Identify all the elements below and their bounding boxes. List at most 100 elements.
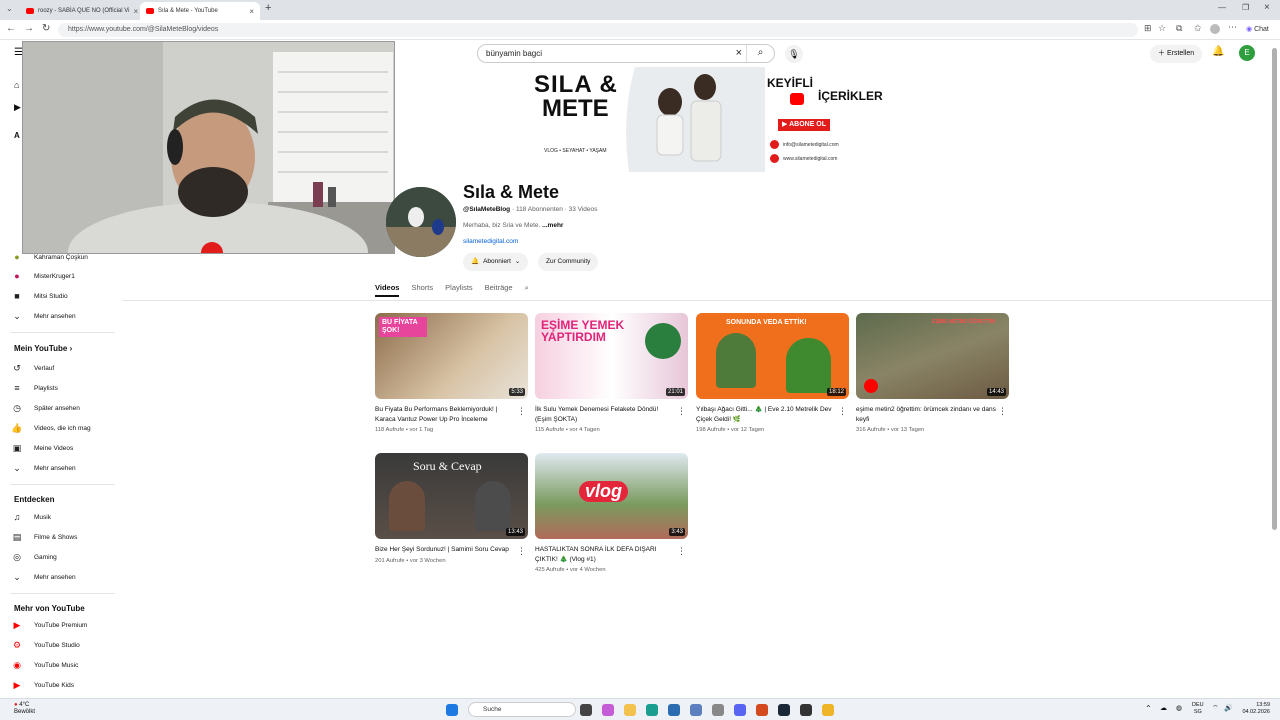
new-tab-icon[interactable]: +	[265, 2, 271, 14]
steam-icon[interactable]	[778, 704, 790, 716]
channel-search-icon[interactable]: ⌕	[525, 283, 529, 297]
tab-roozy[interactable]: roozy - SABİA QUE NO (Official Vi ×	[20, 2, 138, 20]
voice-search-button[interactable]: 🎙	[785, 45, 803, 63]
system-clock[interactable]: 13:59 04.02.2026	[1238, 702, 1270, 716]
tab-posts[interactable]: Beiträge	[485, 283, 513, 297]
page-scrollbar[interactable]	[1272, 48, 1277, 530]
settings-gear-icon[interactable]	[712, 704, 724, 716]
back-icon[interactable]: ←	[6, 23, 16, 34]
video-card[interactable]: Soru & Cevap 13:43 Bize Her Şeyi Sordunu…	[375, 453, 528, 564]
sidebar-item-music[interactable]: ♫ Musik	[10, 508, 118, 526]
volume-icon[interactable]: 🔊	[1224, 704, 1233, 712]
video-card[interactable]: SONUNDA VEDA ETTİK! 18:12 Yılbaşı Ağacı …	[696, 313, 849, 433]
sidebar-item-history[interactable]: ↺ Verlauf	[10, 359, 118, 377]
sidebar-item-playlists[interactable]: ≡ Playlists	[10, 379, 118, 397]
sidebar-explore-show-more[interactable]: ⌄ Mehr ansehen	[10, 568, 118, 586]
more-actions-icon[interactable]: ⋮	[677, 406, 686, 417]
video-title[interactable]: Bu Fiyata Bu Performans Beklemiyorduk! |…	[375, 405, 515, 424]
onedrive-icon[interactable]: ☁	[1160, 704, 1167, 712]
tab-videos[interactable]: Videos	[375, 283, 400, 297]
video-card[interactable]: EŞİME METİN2 ÖĞRETTİM 14:43 eşime metin2…	[856, 313, 1009, 433]
app-icon[interactable]	[756, 704, 768, 716]
file-explorer-icon[interactable]	[624, 704, 636, 716]
close-tab-icon[interactable]: ×	[133, 7, 138, 16]
video-card[interactable]: BU FİYATA ŞOK! 5:33 Bu Fiyata Bu Perform…	[375, 313, 528, 433]
profile-icon[interactable]	[1210, 24, 1220, 34]
video-title[interactable]: HASTALIKTAN SONRA İLK DEFA DIŞARI ÇIKTIK…	[535, 545, 675, 564]
sidebar-item-gaming[interactable]: ◎ Gaming	[10, 548, 118, 566]
close-tab-icon[interactable]: ×	[249, 7, 254, 16]
taskbar-search[interactable]: Suche	[468, 702, 576, 717]
tab-shorts[interactable]: Shorts	[411, 283, 433, 297]
tray-app-icon[interactable]: ◍	[1176, 704, 1182, 712]
video-thumbnail[interactable]: vlog 3:43	[535, 453, 688, 539]
video-thumbnail[interactable]: EŞİME YEMEK YAPTIRDIM 21:01	[535, 313, 688, 399]
sidebar-item-movies[interactable]: ▤ Filme & Shows	[10, 528, 118, 546]
minimize-icon[interactable]: —	[1218, 3, 1226, 12]
network-icon[interactable]: ⌔	[1212, 704, 1219, 713]
windows-start-icon[interactable]	[446, 704, 458, 716]
tab-list-icon[interactable]: ⌄	[6, 4, 13, 13]
edge-browser-icon[interactable]	[646, 704, 658, 716]
more-menu-icon[interactable]: ⋯	[1228, 22, 1237, 33]
sidebar-item-liked-videos[interactable]: 👍 Videos, die ich mag	[10, 419, 118, 437]
mein-youtube-heading[interactable]: Mein YouTube ›	[14, 344, 72, 353]
close-window-icon[interactable]: ×	[1264, 2, 1270, 13]
home-icon[interactable]: ⌂	[14, 80, 19, 90]
collections-icon[interactable]: ⧉	[1176, 23, 1182, 34]
extensions-icon[interactable]: ⊞	[1144, 23, 1152, 34]
favorite-star-icon[interactable]: ☆	[1158, 23, 1166, 34]
tab-playlists[interactable]: Playlists	[445, 283, 473, 297]
clear-search-icon[interactable]: ×	[736, 47, 742, 59]
search-button[interactable]: ⌕	[746, 45, 774, 62]
sidebar-item-music-app[interactable]: ◉ YouTube Music	[10, 656, 118, 674]
video-thumbnail[interactable]: BU FİYATA ŞOK! 5:33	[375, 313, 528, 399]
discord-icon[interactable]	[734, 704, 746, 716]
video-thumbnail[interactable]: EŞİME METİN2 ÖĞRETTİM 14:43	[856, 313, 1009, 399]
tray-chevron-up-icon[interactable]: ⌃	[1145, 704, 1152, 713]
notifications-bell-icon[interactable]: 🔔	[1212, 46, 1224, 57]
obs-icon[interactable]	[800, 704, 812, 716]
forward-icon[interactable]: →	[24, 23, 34, 34]
more-actions-icon[interactable]: ⋮	[838, 406, 847, 417]
video-card[interactable]: EŞİME YEMEK YAPTIRDIM 21:01 İlk Sulu Yem…	[535, 313, 688, 433]
sidebar-item-studio[interactable]: ⚙ YouTube Studio	[10, 636, 118, 654]
sidebar-subs-show-more[interactable]: ⌄ Mehr ansehen	[10, 307, 118, 325]
copilot-chat-button[interactable]: ◉ Chat	[1246, 25, 1269, 33]
video-thumbnail[interactable]: SONUNDA VEDA ETTİK! 18:12	[696, 313, 849, 399]
sidebar-item-premium[interactable]: ▶ YouTube Premium	[10, 616, 118, 634]
more-actions-icon[interactable]: ⋮	[677, 546, 686, 557]
app-icon[interactable]	[602, 704, 614, 716]
channel-website-link[interactable]: silametedigital.com	[463, 238, 518, 245]
subscribed-button[interactable]: 🔔 Abonniert ⌄	[463, 253, 529, 271]
app-icon[interactable]	[690, 704, 702, 716]
account-avatar[interactable]: E	[1239, 45, 1255, 61]
weather-widget[interactable]: ● 4°C Bewölkt	[14, 702, 35, 716]
refresh-icon[interactable]: ↻	[42, 23, 50, 34]
task-view-icon[interactable]	[580, 704, 592, 716]
community-button[interactable]: Zur Community	[538, 253, 599, 271]
video-thumbnail[interactable]: Soru & Cevap 13:43	[375, 453, 528, 539]
app-icon[interactable]	[668, 704, 680, 716]
sidebar-sub-misterkruger[interactable]: ● MisterKruger1	[10, 267, 118, 285]
sidebar-item-kids[interactable]: ▶ YouTube Kids	[10, 676, 118, 694]
video-title[interactable]: eşime metin2 öğrettim: örümcek zindanı v…	[856, 405, 996, 424]
app-icon[interactable]	[822, 704, 834, 716]
video-title[interactable]: Yılbaşı Ağacı Gitti... 🎄 | Eve 2.10 Metr…	[696, 405, 836, 424]
sidebar-mein-show-more[interactable]: ⌄ Mehr ansehen	[10, 459, 118, 477]
description-more-link[interactable]: ...mehr	[542, 222, 563, 229]
video-title[interactable]: İlk Sulu Yemek Denemesi Felakete Döndü! …	[535, 405, 675, 424]
url-field[interactable]: https://www.youtube.com/@SilaMeteBlog/vi…	[58, 23, 1138, 37]
more-actions-icon[interactable]: ⋮	[517, 406, 526, 417]
search-input[interactable]: bünyamin bagci × ⌕	[477, 44, 775, 63]
video-card[interactable]: vlog 3:43 HASTALIKTAN SONRA İLK DEFA DIŞ…	[535, 453, 688, 573]
shorts-icon[interactable]: ▶	[14, 102, 21, 113]
tab-sila-mete[interactable]: Sıla & Mete - YouTube ×	[140, 2, 260, 20]
favorites-icon[interactable]: ✩	[1194, 23, 1202, 34]
create-button[interactable]: ＋ Erstellen	[1150, 45, 1203, 63]
channel-description[interactable]: Merhaba, biz Sıla ve Mete. ...mehr	[463, 222, 563, 229]
sidebar-item-my-videos[interactable]: ▣ Meine Videos	[10, 439, 118, 457]
sidebar-item-watch-later[interactable]: ◷ Später ansehen	[10, 399, 118, 417]
video-title[interactable]: Bize Her Şeyi Sordunuz! | Samimi Soru Ce…	[375, 545, 515, 555]
sidebar-sub-mitsi[interactable]: ■ Mitsi Studio	[10, 287, 118, 305]
